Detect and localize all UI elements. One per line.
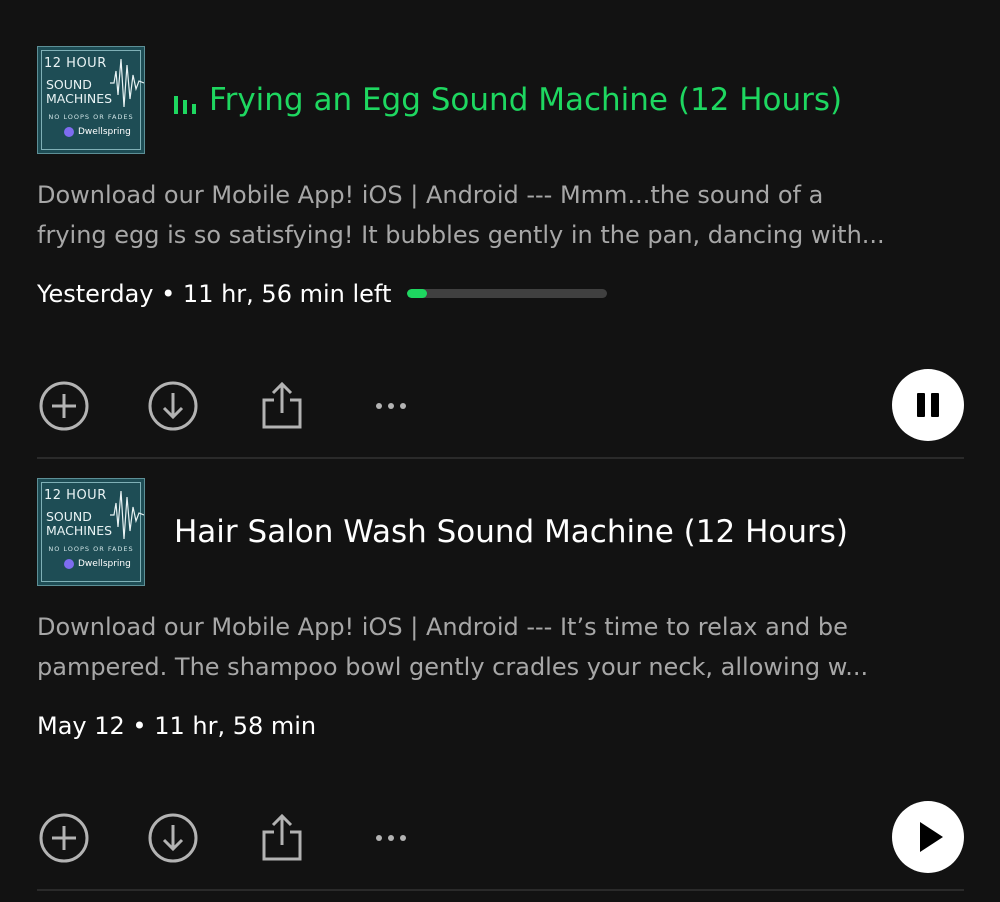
share-icon — [262, 813, 302, 861]
artwork-text-title: SOUND MACHINES — [46, 78, 112, 106]
episode-title[interactable]: Hair Salon Wash Sound Machine (12 Hours) — [174, 510, 848, 554]
description-line: Download our Mobile App! iOS | Android -… — [37, 613, 848, 641]
episode-description: Download our Mobile App! iOS | Android -… — [37, 607, 964, 687]
description-line: Download our Mobile App! iOS | Android -… — [37, 181, 824, 209]
episode-description: Download our Mobile App! iOS | Android -… — [37, 175, 964, 255]
share-icon — [262, 381, 302, 429]
share-button[interactable] — [256, 380, 308, 432]
progress-fill — [407, 289, 427, 298]
artwork-text-machines: MACHINES — [46, 523, 113, 538]
more-options-button[interactable] — [365, 380, 417, 432]
waveform-icon — [110, 490, 144, 540]
add-button[interactable] — [38, 380, 90, 432]
equalizer-icon — [174, 96, 196, 114]
artwork-text-tagline: NO LOOPS OR FADES — [48, 113, 134, 121]
description-line: frying egg is so satisfying! It bubbles … — [37, 221, 885, 249]
artwork-text-sound: SOUND — [46, 77, 92, 92]
episode-actions — [37, 796, 964, 876]
brand-logo-icon — [64, 559, 74, 569]
pause-icon — [917, 393, 939, 417]
artwork-text-machines: MACHINES — [46, 91, 113, 106]
artwork-text-tagline: NO LOOPS OR FADES — [48, 545, 134, 553]
episode-meta: Yesterday • 11 hr, 56 min left — [37, 280, 392, 308]
add-button[interactable] — [38, 812, 90, 864]
episode-artwork[interactable]: 12 HOUR SOUND MACHINES NO LOOPS OR FADES… — [37, 46, 145, 154]
artwork-text-hours: 12 HOUR — [44, 488, 107, 503]
waveform-icon — [110, 58, 144, 108]
divider — [37, 457, 964, 459]
description-line: pampered. The shampoo bowl gently cradle… — [37, 653, 869, 681]
download-button[interactable] — [147, 380, 199, 432]
add-icon — [39, 381, 89, 431]
brand-logo-icon — [64, 127, 74, 137]
artwork-brand: Dwellspring — [78, 127, 131, 137]
download-icon — [148, 381, 198, 431]
episode-actions — [37, 364, 964, 444]
artwork-text-hours: 12 HOUR — [44, 56, 107, 71]
more-icon — [376, 835, 406, 841]
share-button[interactable] — [256, 812, 308, 864]
artwork-text-title: SOUND MACHINES — [46, 510, 112, 538]
episode-title[interactable]: Frying an Egg Sound Machine (12 Hours) — [209, 78, 842, 122]
episode-meta: May 12 • 11 hr, 58 min — [37, 712, 317, 740]
artwork-text-sound: SOUND — [46, 509, 92, 524]
download-button[interactable] — [147, 812, 199, 864]
more-options-button[interactable] — [365, 812, 417, 864]
add-icon — [39, 813, 89, 863]
play-icon — [920, 822, 943, 852]
pause-button[interactable] — [892, 369, 964, 441]
progress-bar — [407, 289, 607, 298]
more-icon — [376, 403, 406, 409]
artwork-brand: Dwellspring — [78, 559, 131, 569]
divider — [37, 889, 964, 891]
play-button[interactable] — [892, 801, 964, 873]
episode-artwork[interactable]: 12 HOUR SOUND MACHINES NO LOOPS OR FADES… — [37, 478, 145, 586]
download-icon — [148, 813, 198, 863]
